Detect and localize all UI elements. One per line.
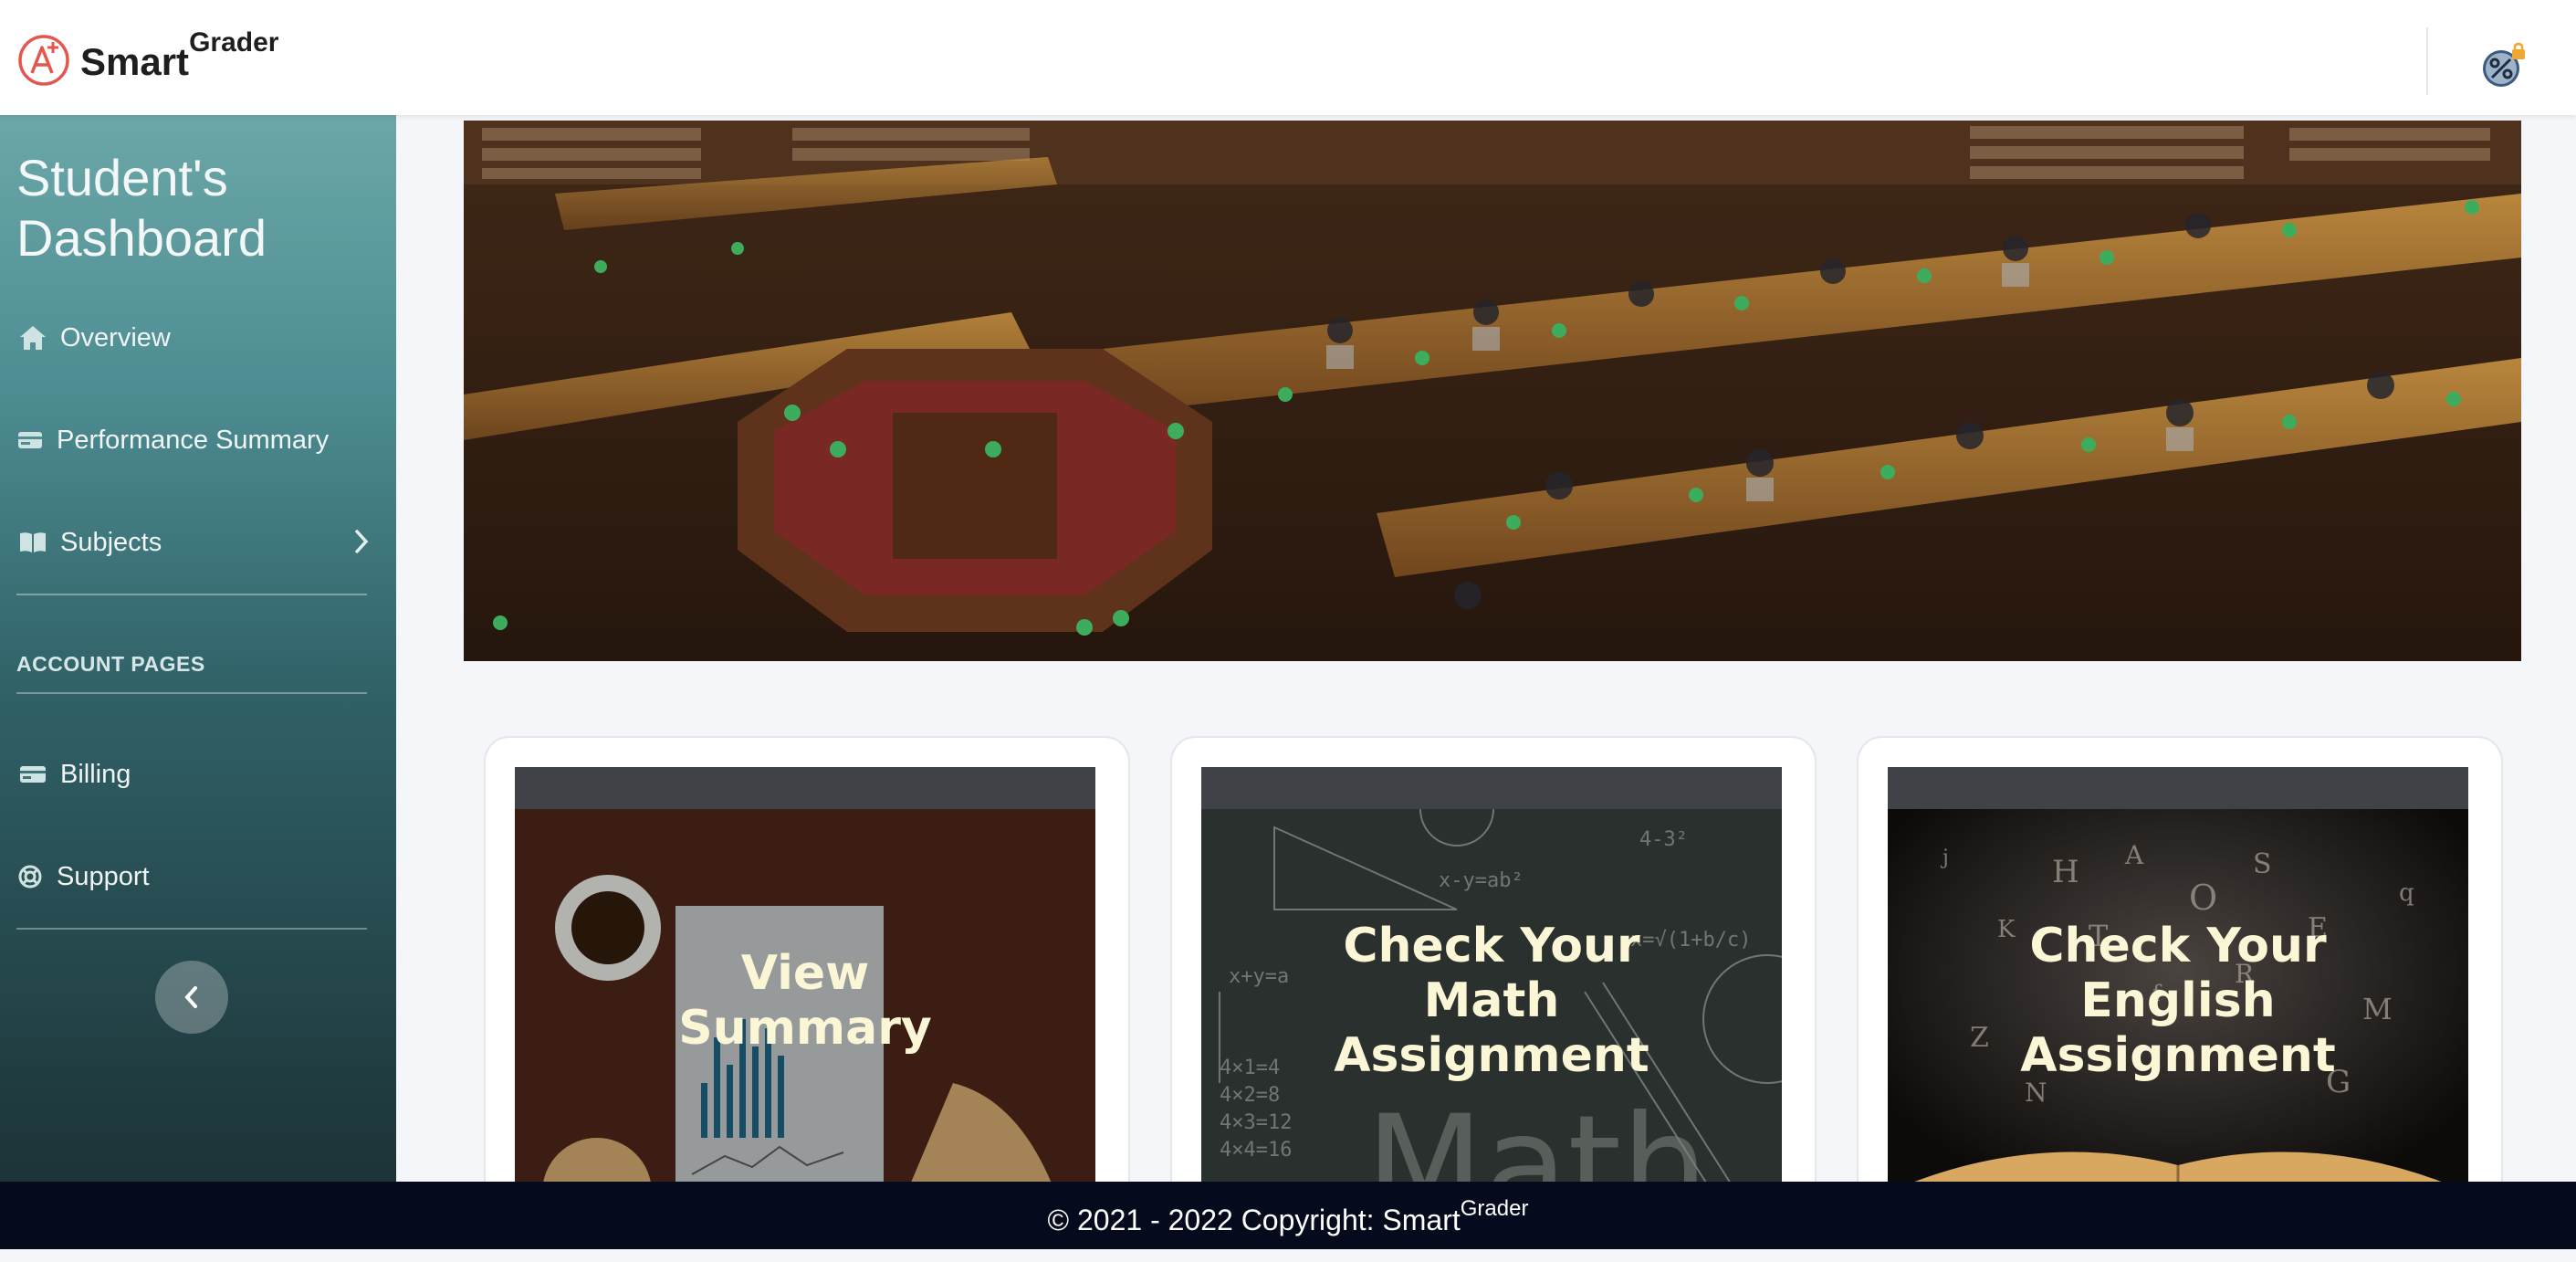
card-icon xyxy=(16,424,44,457)
sidebar-item-label: Billing xyxy=(60,759,131,789)
book-icon xyxy=(16,526,49,559)
math-assignment-card[interactable]: x-y=ab² x+y=a 4×1=4 4×2=8 4×3=12 4×4=16 … xyxy=(1170,736,1817,1215)
user-avatar-icon[interactable] xyxy=(2479,40,2529,89)
header-divider xyxy=(2426,27,2428,95)
brand-sup: Grader xyxy=(189,27,279,58)
sidebar-divider xyxy=(16,928,367,930)
card-top-bar xyxy=(515,767,1095,809)
footer-brand-sup: Grader xyxy=(1460,1196,1529,1221)
account-pages-label: ACCOUNT PAGES xyxy=(16,652,205,676)
sidebar-divider xyxy=(16,594,367,595)
sidebar-item-billing[interactable]: Billing xyxy=(16,747,372,802)
math-assignment-label[interactable]: Check Your Math Assignment xyxy=(1201,809,1782,1174)
sidebar-item-label: Support xyxy=(57,861,150,891)
library-hero-image xyxy=(464,121,2521,661)
sidebar-title: Student's Dashboard xyxy=(16,149,267,267)
card-top-bar xyxy=(1888,767,2468,809)
brand-main: Smart xyxy=(80,40,190,83)
home-icon xyxy=(16,321,49,354)
sidebar-item-label: Subjects xyxy=(60,527,162,557)
sidebar-item-performance-summary[interactable]: Performance Summary xyxy=(16,413,372,468)
credit-card-icon xyxy=(16,758,49,791)
english-assignment-card[interactable]: HAO STK ERZ MNG fqj Check Your English A… xyxy=(1857,736,2503,1215)
sidebar-item-subjects[interactable]: Subjects xyxy=(16,515,372,570)
top-header: SmartGrader xyxy=(0,0,2576,115)
card-media: HAO STK ERZ MNG fqj Check Your English A… xyxy=(1888,767,2468,1213)
chevron-right-icon xyxy=(352,528,371,563)
sidebar-item-overview[interactable]: Overview xyxy=(16,310,372,365)
card-media: View Summary xyxy=(515,767,1095,1213)
brand-logo[interactable] xyxy=(16,33,71,88)
english-assignment-label[interactable]: Check Your English Assignment xyxy=(1888,809,2468,1174)
footer-copyright: © 2021 - 2022 Copyright: Smart xyxy=(1047,1204,1461,1236)
view-summary-card[interactable]: View Summary xyxy=(484,736,1130,1215)
brand-name[interactable]: SmartGrader xyxy=(80,27,278,84)
view-summary-label[interactable]: View Summary xyxy=(515,809,1095,1174)
card-media: x-y=ab² x+y=a 4×1=4 4×2=8 4×3=12 4×4=16 … xyxy=(1201,767,1782,1213)
library-illustration xyxy=(464,121,2521,661)
sidebar: Student's Dashboard Overview Performance… xyxy=(0,115,396,1182)
lifebuoy-icon xyxy=(16,860,44,893)
a-plus-logo-icon xyxy=(18,35,69,86)
sidebar-item-label: Overview xyxy=(60,322,171,352)
sidebar-divider xyxy=(16,692,367,694)
collapse-sidebar-button[interactable] xyxy=(155,961,228,1034)
sidebar-item-support[interactable]: Support xyxy=(16,849,372,904)
chevron-left-icon xyxy=(184,986,197,1008)
sidebar-item-label: Performance Summary xyxy=(57,425,330,455)
card-top-bar xyxy=(1201,767,1782,809)
footer: © 2021 - 2022 Copyright: SmartGrader xyxy=(0,1182,2576,1249)
